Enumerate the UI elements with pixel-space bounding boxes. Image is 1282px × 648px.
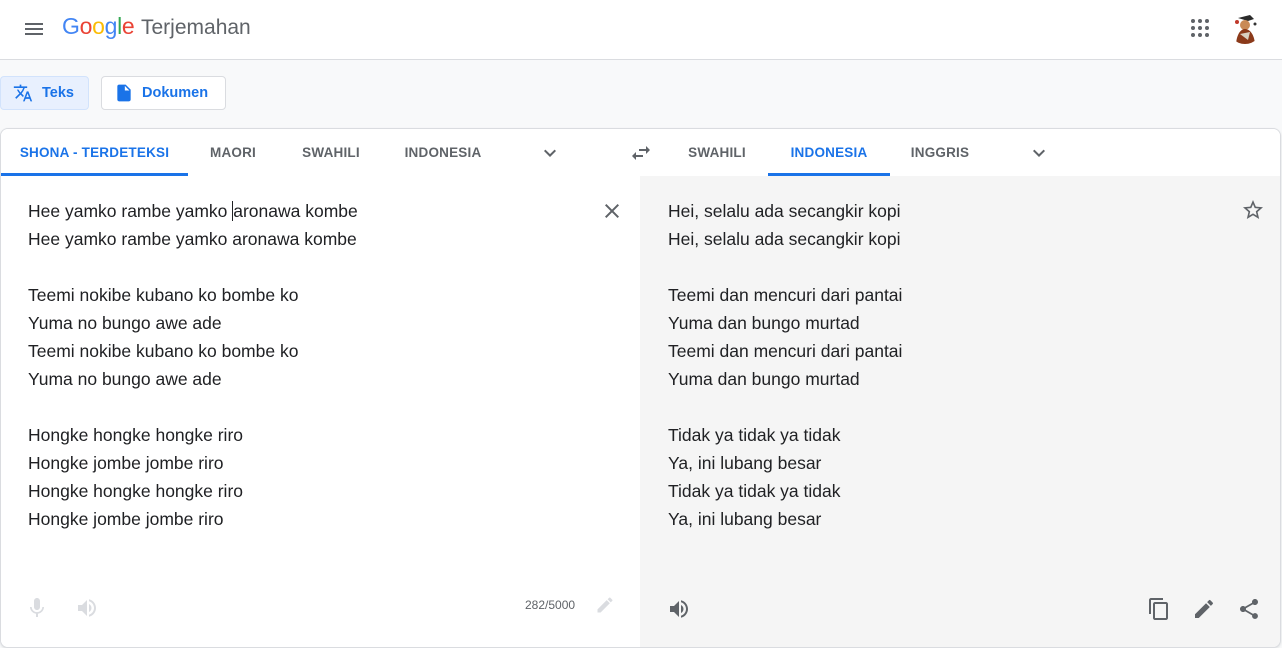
source-text-pane[interactable]: Hee yamko rambe yamko aronawa kombe Hee … bbox=[1, 176, 640, 647]
source-lang-swahili-tab[interactable]: SWAHILI bbox=[291, 129, 371, 176]
hamburger-icon bbox=[25, 23, 43, 35]
translation-line: Ya, ini lubang besar bbox=[668, 453, 822, 473]
swap-languages-button[interactable] bbox=[629, 141, 653, 165]
translation-line: Tidak ya tidak ya tidak bbox=[668, 481, 841, 501]
translation-output-pane: Hei, selalu ada secangkir kopi Hei, sela… bbox=[640, 176, 1280, 647]
translation-line: Teemi dan mencuri dari pantai bbox=[668, 285, 903, 305]
text-mode-label: Teks bbox=[42, 85, 74, 101]
source-lang-more-button[interactable] bbox=[538, 141, 562, 165]
target-lang-swahili-tab[interactable]: SWAHILI bbox=[677, 129, 757, 176]
star-outline-icon bbox=[1243, 200, 1263, 219]
copy-translation-button[interactable] bbox=[1147, 597, 1171, 621]
translation-line: Tidak ya tidak ya tidak bbox=[668, 425, 841, 445]
source-line-part: Hee yamko rambe yamko bbox=[28, 201, 233, 221]
copy-icon bbox=[1149, 598, 1168, 620]
translate-icon bbox=[13, 84, 33, 102]
source-lang-detected-tab[interactable]: SHONA - TERDETEKSI bbox=[1, 129, 188, 176]
translation-line: Teemi dan mencuri dari pantai bbox=[668, 341, 903, 361]
translation-line bbox=[668, 253, 1228, 281]
product-name: Terjemahan bbox=[141, 16, 251, 39]
source-lang-maori-tab[interactable]: MAORI bbox=[197, 129, 269, 176]
translation-output-text: Hei, selalu ada secangkir kopi Hei, sela… bbox=[668, 197, 1228, 533]
microphone-icon bbox=[30, 598, 44, 617]
target-lang-indonesia-tab[interactable]: INDONESIA bbox=[768, 129, 890, 176]
source-line bbox=[28, 253, 588, 281]
translation-line: Hei, selalu ada secangkir kopi bbox=[668, 229, 901, 249]
save-translation-button[interactable] bbox=[1241, 198, 1265, 222]
source-line bbox=[28, 393, 588, 421]
text-mode-button[interactable]: Teks bbox=[0, 76, 89, 110]
source-line: Hee yamko rambe yamko aronawa kombe bbox=[28, 229, 357, 249]
translation-listen-button[interactable] bbox=[667, 597, 691, 621]
source-line: Hongke hongke hongke riro bbox=[28, 425, 244, 445]
top-app-bar: Google Terjemahan bbox=[0, 0, 1282, 60]
translation-line: Hei, selalu ada secangkir kopi bbox=[668, 201, 901, 221]
translation-line: Yuma dan bungo murtad bbox=[668, 313, 860, 333]
main-menu-button[interactable] bbox=[22, 17, 46, 41]
target-lang-more-button[interactable] bbox=[1027, 141, 1051, 165]
share-icon bbox=[1240, 599, 1258, 619]
translation-line: Yuma dan bungo murtad bbox=[668, 369, 860, 389]
character-count: 282/5000 bbox=[525, 598, 576, 612]
source-line: Teemi nokibe kubano ko bombe ko bbox=[28, 285, 299, 305]
close-icon bbox=[605, 204, 619, 218]
voice-input-button[interactable] bbox=[25, 596, 49, 620]
logo-letter: o bbox=[79, 13, 93, 39]
account-avatar[interactable] bbox=[1228, 10, 1262, 44]
logo-letter: g bbox=[104, 13, 118, 39]
source-line: Yuma no bungo awe ade bbox=[28, 313, 222, 333]
logo-letter: e bbox=[121, 13, 135, 39]
source-line-part: aronawa kombe bbox=[233, 201, 358, 221]
share-translation-button[interactable] bbox=[1237, 597, 1261, 621]
source-line: Hongke jombe jombe riro bbox=[28, 453, 224, 473]
chevron-down-icon bbox=[1033, 149, 1045, 157]
source-line: Teemi nokibe kubano ko bombe ko bbox=[28, 341, 299, 361]
user-avatar bbox=[1228, 10, 1262, 44]
clear-text-button[interactable] bbox=[600, 199, 624, 223]
logo-letter: G bbox=[62, 13, 80, 39]
handwriting-button[interactable] bbox=[595, 595, 615, 615]
translation-line: Ya, ini lubang besar bbox=[668, 509, 822, 529]
pencil-icon bbox=[1195, 599, 1214, 618]
chevron-down-icon bbox=[544, 149, 556, 157]
google-apps-button[interactable] bbox=[1188, 16, 1212, 40]
translation-card: SHONA - TERDETEKSI MAORI SWAHILI INDONES… bbox=[0, 128, 1281, 648]
swap-arrows-icon bbox=[632, 146, 650, 160]
translation-line bbox=[668, 393, 1228, 421]
source-line: Yuma no bungo awe ade bbox=[28, 369, 222, 389]
speaker-icon bbox=[78, 599, 96, 617]
suggest-edit-button[interactable] bbox=[1192, 597, 1216, 621]
source-line: Hee yamko rambe yamko aronawa kombe bbox=[28, 197, 588, 225]
source-line: Hongke jombe jombe riro bbox=[28, 509, 224, 529]
google-logo[interactable]: Google bbox=[62, 13, 135, 40]
target-lang-inggris-tab[interactable]: INGGRIS bbox=[901, 129, 979, 176]
source-line: Hongke hongke hongke riro bbox=[28, 481, 244, 501]
logo-letter: o bbox=[92, 13, 105, 39]
document-mode-label: Dokumen bbox=[142, 85, 209, 101]
apps-grid-icon bbox=[1191, 19, 1209, 37]
language-bar: SHONA - TERDETEKSI MAORI SWAHILI INDONES… bbox=[1, 129, 1280, 177]
speaker-icon bbox=[670, 600, 688, 618]
document-icon bbox=[117, 84, 131, 102]
source-listen-button[interactable] bbox=[75, 596, 99, 620]
source-lang-indonesia-tab[interactable]: INDONESIA bbox=[393, 129, 493, 176]
document-mode-button[interactable]: Dokumen bbox=[101, 76, 226, 110]
pencil-icon bbox=[597, 597, 613, 613]
source-text-input[interactable]: Hee yamko rambe yamko aronawa kombe Hee … bbox=[28, 197, 588, 533]
